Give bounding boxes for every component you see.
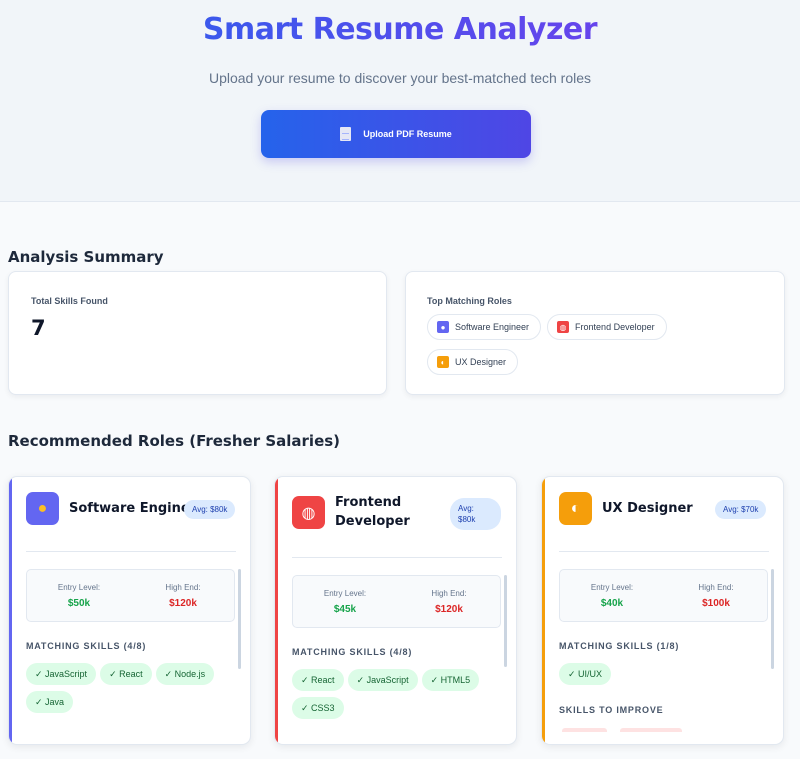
role-card-frontend-developer[interactable]: ◍ Frontend Developer Avg: $80k Entry Lev… (274, 476, 517, 745)
divider (559, 551, 769, 552)
skill-chip: ✓ Java (26, 691, 74, 713)
top-roles-label: Top Matching Roles (427, 296, 512, 306)
total-skills-card: Total Skills Found 7 (8, 271, 387, 395)
entry-level-label: Entry Level: (590, 583, 634, 592)
entry-level-value: $45k (333, 604, 357, 615)
salary-range-box: Entry Level: $50k High End: $120k (26, 569, 235, 622)
card-scrollbar[interactable] (504, 575, 507, 667)
card-scrollbar[interactable] (771, 569, 774, 669)
palette-icon: ◐ (559, 492, 592, 525)
divider (292, 557, 502, 558)
role-name: UX Designer (602, 501, 693, 516)
avg-salary-badge: Avg: $70k (715, 500, 767, 519)
role-card-ux-designer[interactable]: ◐ UX Designer Avg: $70k Entry Level: $40k… (541, 476, 784, 745)
roles-section-title: Recommended Roles (Fresher Salaries) (8, 432, 341, 450)
person-icon: ● (437, 321, 449, 333)
summary-section-title: Analysis Summary (8, 248, 164, 266)
top-role-chip[interactable]: ◐ UX Designer (427, 349, 519, 375)
salary-range-box: Entry Level: $40k High End: $100k (559, 569, 768, 622)
entry-level-label: Entry Level: (323, 589, 367, 598)
high-end-value: $100k (702, 598, 730, 609)
skill-chip: ✓ UI/UX (559, 663, 612, 685)
skill-chip: ✓ Node.js (155, 663, 215, 685)
skill-chip: ✓ JavaScript (26, 663, 97, 685)
skill-chip: ✓ JavaScript (347, 669, 418, 691)
top-roles-list: ● Software Engineer ◍ Frontend Developer ◐ U… (427, 314, 767, 384)
high-end-value: $120k (435, 604, 463, 615)
top-role-chip[interactable]: ● Software Engineer (427, 314, 542, 340)
skill-chip: ✓ HTML5 (421, 669, 480, 691)
salary-range-box: Entry Level: $45k High End: $120k (292, 575, 501, 628)
card-accent (9, 477, 12, 744)
page-subtitle: Upload your resume to discover your best… (208, 70, 592, 86)
improve-skill-chip (562, 728, 607, 732)
matching-skills-heading: MATCHING SKILLS (1/8) (559, 641, 680, 651)
role-name: Frontend Developer (335, 495, 410, 529)
skills-to-improve-heading: SKILLS TO IMPROVE (559, 705, 664, 715)
high-end-label: High End: (698, 583, 734, 592)
matching-skills-heading: MATCHING SKILLS (4/8) (292, 647, 413, 657)
top-role-chip[interactable]: ◍ Frontend Developer (547, 314, 667, 340)
skill-chip: ✓ React (292, 669, 344, 691)
card-scrollbar[interactable] (238, 569, 241, 669)
skills-list: ✓ UI/UX (559, 663, 764, 691)
high-end-label: High End: (165, 583, 201, 592)
palette-icon: ◐ (437, 356, 449, 368)
top-roles-card: Top Matching Roles ● Software Engineer ◍ Fr… (405, 271, 785, 395)
avg-salary-badge: Avg: $80k (184, 500, 236, 519)
page-title: Smart Resume Analyzer (0, 12, 800, 47)
high-end-value: $120k (169, 598, 197, 609)
globe-icon: ◍ (292, 496, 325, 529)
upload-resume-button[interactable]: Upload PDF Resume (261, 110, 531, 158)
matching-skills-heading: MATCHING SKILLS (4/8) (26, 641, 147, 651)
upload-button-label: Upload PDF Resume (363, 129, 452, 139)
card-accent (275, 477, 278, 744)
divider (26, 551, 236, 552)
skill-chip: ✓ React (100, 663, 152, 685)
person-icon: ● (26, 492, 59, 525)
hero-header: Smart Resume Analyzer Upload your resume… (0, 0, 800, 202)
entry-level-value: $40k (600, 598, 624, 609)
globe-icon: ◍ (557, 321, 570, 333)
skill-chip: ✓ CSS3 (292, 697, 344, 719)
entry-level-label: Entry Level: (57, 583, 101, 592)
entry-level-value: $50k (67, 598, 91, 609)
high-end-label: High End: (431, 589, 467, 598)
total-skills-label: Total Skills Found (31, 296, 108, 306)
role-card-software-engineer[interactable]: ● Software Engineer Avg: $80k Entry Leve… (8, 476, 251, 745)
skills-list: ✓ JavaScript ✓ React ✓ Node.js ✓ Java (26, 663, 231, 719)
total-skills-value: 7 (31, 316, 46, 340)
file-icon (340, 127, 352, 141)
improve-skill-chip (620, 728, 682, 732)
skills-list: ✓ React ✓ JavaScript ✓ HTML5 ✓ CSS3 (292, 669, 497, 725)
card-accent (542, 477, 545, 744)
avg-salary-badge: Avg: $80k (450, 498, 501, 530)
